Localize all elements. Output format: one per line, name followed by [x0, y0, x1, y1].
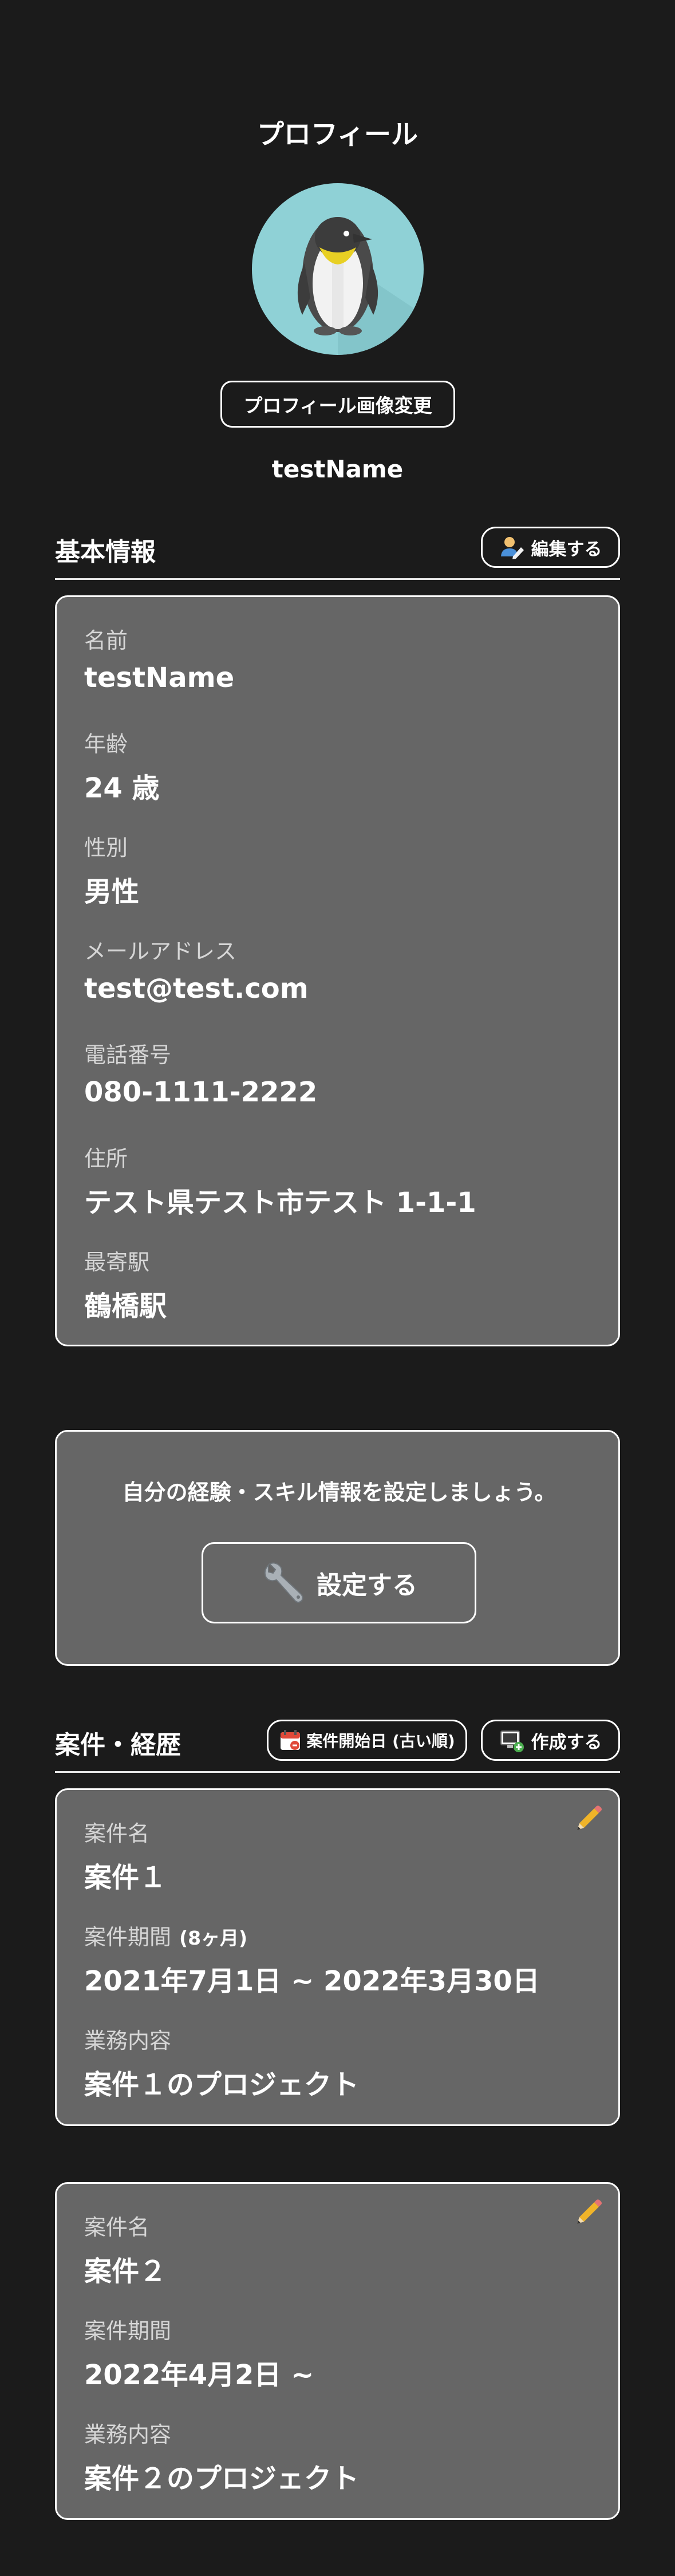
basic-info-divider [55, 578, 620, 580]
create-project-button[interactable]: 作成する [481, 1720, 620, 1761]
field-label-age: 年齢 [84, 732, 128, 757]
projects-title: 案件・経歴 [55, 1730, 181, 1760]
basic-info-card: 名前 testName 年齢 24 歳 性別 男性 メールアドレス test@t… [55, 595, 620, 1346]
project-desc-label: 業務内容 [84, 2028, 172, 2053]
basic-info-title: 基本情報 [55, 538, 156, 567]
project-name-label: 案件名 [84, 2215, 150, 2240]
project-period: 2021年7月1日 ~ 2022年3月30日 [84, 1965, 540, 1997]
projects-divider [55, 1771, 620, 1773]
project-period-label: 案件期間 [84, 1925, 172, 1950]
field-value-age: 24 歳 [84, 772, 160, 804]
field-label-name: 名前 [84, 628, 128, 653]
create-project-label: 作成する [531, 1732, 602, 1753]
field-label-gender: 性別 [84, 835, 128, 860]
project-desc-label: 業務内容 [84, 2422, 172, 2447]
pencil-icon[interactable] [574, 1800, 606, 1832]
field-value-name: testName [84, 662, 235, 694]
profile-avatar [252, 183, 424, 355]
person-edit-icon [500, 537, 524, 559]
field-value-gender: 男性 [84, 876, 140, 908]
calendar-icon [281, 1730, 301, 1750]
sort-by-start-date-button[interactable]: 案件開始日 (古い順) [267, 1720, 467, 1761]
field-label-email: メールアドレス [84, 939, 237, 964]
project-period-label: 案件期間 [84, 2318, 172, 2344]
project-period-label-row: 案件期間 (8ヶ月) [84, 1919, 247, 1951]
project-name: 案件１ [84, 1862, 167, 1894]
edit-basic-info-button[interactable]: 編集する [481, 527, 620, 568]
skill-setup-label: 設定する [317, 1571, 417, 1600]
project-period-duration: (8ヶ月) [179, 1927, 248, 1949]
edit-basic-info-label: 編集する [531, 539, 602, 560]
skill-setup-card: 自分の経験・スキル情報を設定しましょう。 設定する [55, 1430, 620, 1666]
project-name: 案件２ [84, 2255, 167, 2287]
page-title: プロフィール [256, 119, 419, 151]
project-desc: 案件１のプロジェクト [84, 2069, 360, 2101]
display-name: testName [271, 455, 404, 483]
project-name-label: 案件名 [84, 1821, 150, 1846]
project-card: 案件名 案件１ 案件期間 (8ヶ月) 2021年7月1日 ~ 2022年3月30日… [55, 1788, 620, 2126]
field-value-address: テスト県テスト市テスト 1-1-1 [84, 1187, 476, 1219]
skill-setup-button[interactable]: 設定する [202, 1542, 476, 1623]
project-desc: 案件２のプロジェクト [84, 2463, 360, 2495]
field-label-phone: 電話番号 [84, 1042, 172, 1068]
field-label-address: 住所 [84, 1146, 128, 1171]
field-value-station: 鶴橋駅 [84, 1290, 167, 1322]
wrench-icon [264, 1562, 303, 1603]
monitor-add-icon [500, 1730, 524, 1752]
field-value-email: test@test.com [84, 973, 309, 1005]
sort-label: 案件開始日 (古い順) [306, 1732, 455, 1751]
field-label-station: 最寄駅 [84, 1250, 150, 1275]
penguin-avatar-icon [297, 217, 424, 355]
project-period: 2022年4月2日 ~ [84, 2359, 314, 2391]
skill-setup-message: 自分の経験・スキル情報を設定しましょう。 [122, 1480, 556, 1505]
pencil-icon[interactable] [574, 2194, 606, 2226]
field-value-phone: 080-1111-2222 [84, 1076, 318, 1108]
change-profile-image-button[interactable]: プロフィール画像変更 [220, 381, 455, 428]
project-card: 案件名 案件２ 案件期間 2022年4月2日 ~ 業務内容 案件２のプロジェクト [55, 2182, 620, 2520]
